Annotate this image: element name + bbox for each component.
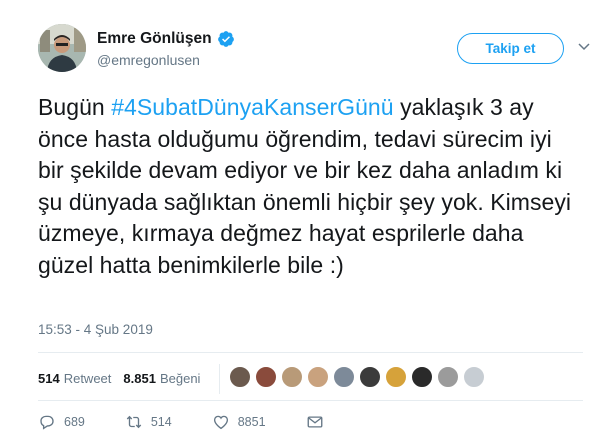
- tweet-text-start: Bugün: [38, 94, 112, 120]
- follow-button[interactable]: Takip et: [457, 33, 564, 64]
- retweet-icon: [126, 415, 142, 429]
- liker-avatar[interactable]: [281, 366, 303, 388]
- tweet-actions: 689 514 8851: [38, 413, 372, 431]
- dm-action[interactable]: [306, 413, 332, 431]
- verified-badge-icon: [217, 31, 234, 47]
- retweet-stat-count: 514: [38, 371, 60, 386]
- retweet-stat[interactable]: 514 Retweet: [38, 371, 111, 386]
- reply-action[interactable]: 689: [38, 413, 85, 431]
- retweet-stat-label: Retweet: [63, 371, 112, 386]
- liker-avatar[interactable]: [463, 366, 485, 388]
- like-stat[interactable]: 8.851 Beğeni: [123, 371, 200, 386]
- avatar[interactable]: [38, 24, 86, 72]
- hashtag-link[interactable]: #4SubatDünyaKanserGünü: [111, 94, 393, 120]
- reply-count: 689: [64, 415, 85, 429]
- liker-avatar[interactable]: [385, 366, 407, 388]
- like-stat-count: 8.851: [123, 371, 156, 386]
- engagement-stats: 514 Retweet 8.851 Beğeni: [38, 371, 212, 386]
- tweet-text-rest: yaklaşık 3 ay önce hasta olduğumu öğrend…: [38, 94, 572, 278]
- tweet-text: Bugün #4SubatDünyaKanserGünü yaklaşık 3 …: [38, 92, 583, 281]
- likers-avatars: [229, 366, 489, 388]
- liker-avatar[interactable]: [359, 366, 381, 388]
- tweet-timestamp[interactable]: 15:53 - 4 Şub 2019: [38, 322, 153, 337]
- retweet-action[interactable]: 514: [125, 413, 172, 431]
- liker-avatar[interactable]: [333, 366, 355, 388]
- reply-icon: [40, 415, 54, 430]
- divider: [38, 352, 583, 353]
- liker-avatar[interactable]: [307, 366, 329, 388]
- stats-separator: [219, 364, 220, 394]
- author-name[interactable]: Emre Gönlüşen: [97, 30, 212, 48]
- retweet-count: 514: [150, 415, 172, 429]
- author-handle[interactable]: @emregonlusen: [97, 52, 200, 68]
- like-stat-label: Beğeni: [159, 371, 201, 386]
- liker-avatar[interactable]: [411, 366, 433, 388]
- liker-avatar[interactable]: [255, 366, 277, 388]
- envelope-icon: [307, 416, 322, 428]
- chevron-down-icon[interactable]: [578, 42, 590, 52]
- divider: [38, 400, 583, 401]
- like-count: 8851: [237, 415, 266, 429]
- liker-avatar[interactable]: [229, 366, 251, 388]
- heart-icon: [213, 415, 228, 430]
- like-action[interactable]: 8851: [212, 413, 266, 431]
- liker-avatar[interactable]: [437, 366, 459, 388]
